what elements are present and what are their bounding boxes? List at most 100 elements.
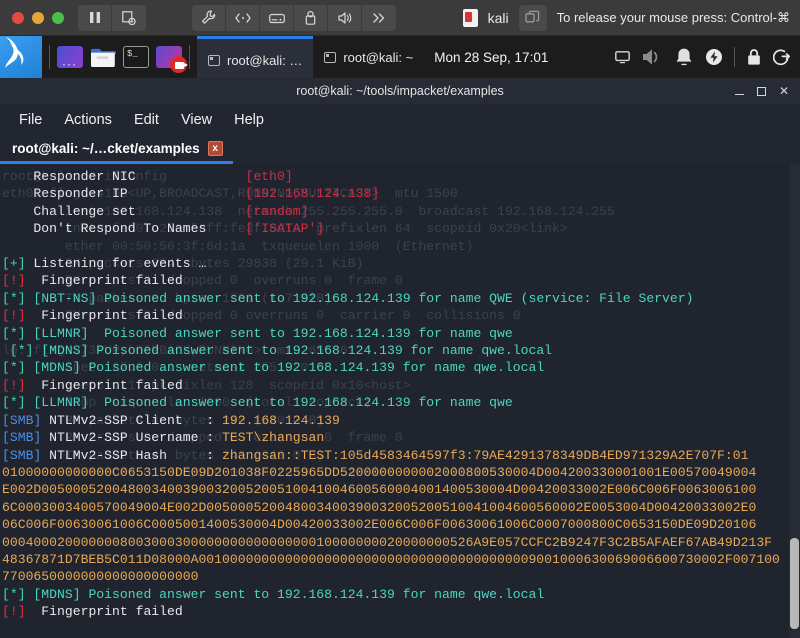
terminal-line: 48367871D7BEB5C011D08000A001000000000000…: [2, 551, 800, 568]
terminal-launcher[interactable]: $_: [123, 46, 149, 68]
terminal-text: NTLMv2-SSP Hash :: [41, 447, 223, 463]
taskbar-window-home[interactable]: root@kali: ~: [313, 36, 424, 78]
taskbar-window-impacket[interactable]: root@kali: …: [197, 36, 314, 78]
terminal-line: [!] Fingerprint failed: [2, 307, 800, 324]
display-icon[interactable]: [615, 50, 630, 64]
lock-screen-icon[interactable]: [746, 48, 762, 66]
terminal-line: 06C006F00630061006C0005001400530004D0042…: [2, 516, 800, 533]
terminal-text: [!]: [2, 377, 26, 393]
terminal-line: [*] [NBT-NS] Poisoned answer sent to 192…: [2, 290, 800, 307]
snapshot-icon[interactable]: [112, 4, 146, 31]
window-buttons: root@kali: … root@kali: ~: [197, 36, 424, 78]
tray-divider: [734, 47, 735, 67]
sound-icon[interactable]: [328, 4, 362, 31]
terminal-text: Fingerprint failed: [25, 377, 183, 393]
minimize-window-button[interactable]: [32, 11, 44, 24]
tab-close-icon[interactable]: x: [207, 141, 223, 156]
menu-file[interactable]: File: [10, 109, 51, 131]
terminal-text: Don't Respond To Names: [2, 221, 246, 237]
terminal-close-button[interactable]: ✕: [779, 85, 789, 97]
terminal-tabbar: root@kali: ~/…cket/examples x: [0, 136, 800, 164]
terminal-text: Listening for events …: [25, 256, 207, 272]
terminal-window: root@kali: ~/tools/impacket/examples ✕ F…: [0, 78, 800, 638]
power-manager-icon[interactable]: [705, 48, 723, 66]
clock[interactable]: Mon 28 Sep, 17:01: [434, 50, 548, 65]
logout-icon[interactable]: [773, 48, 791, 66]
harddisk-icon[interactable]: [260, 4, 294, 31]
menu-actions[interactable]: Actions: [55, 109, 121, 131]
vm-file-icon: [462, 8, 478, 27]
terminal-text: 6C0003003400570049004E002D00500052004800…: [2, 499, 757, 515]
taskbar-window-label: root@kali: ~: [343, 49, 414, 65]
terminal-minimize-button[interactable]: [734, 87, 744, 95]
terminal-line: [*] [MDNS] Poisoned answer sent to 192.1…: [2, 586, 800, 603]
panel-divider-2: [189, 45, 190, 69]
terminal-menubar: File Actions Edit View Help: [0, 104, 800, 136]
terminal-text: [random]: [245, 203, 309, 219]
terminal-text: 01000000000000C0653150DE09D201038F022596…: [2, 464, 757, 480]
notification-bell-icon[interactable]: [674, 47, 694, 68]
taskbar-window-label: root@kali: …: [227, 52, 303, 68]
scrollbar-thumb[interactable]: [790, 538, 799, 629]
terminal-maximize-button[interactable]: [756, 86, 766, 96]
terminal-line: [*] [MDNS] Poisoned answer sent to 192.1…: [2, 342, 800, 359]
zoom-window-button[interactable]: [52, 11, 64, 24]
terminal-line: [!] Fingerprint failed: [2, 272, 800, 289]
pause-icon[interactable]: [78, 4, 112, 31]
kali-dragon-logo[interactable]: [0, 36, 42, 78]
terminal-text: [NBT-NS] Poisoned answer sent to 192.168…: [25, 290, 694, 306]
terminal-line: E002D00500052004800340039003200520051004…: [2, 481, 800, 498]
vm-device-button-group: [192, 4, 396, 31]
terminal-tab-active[interactable]: root@kali: ~/…cket/examples x: [0, 136, 233, 164]
vm-host-toolbar: kali To release your mouse press: Contro…: [0, 0, 800, 36]
terminal-text: TEST\zhangsan: [222, 430, 325, 446]
vm-left-button-group: [78, 4, 146, 31]
menu-help[interactable]: Help: [225, 109, 273, 131]
menu-view[interactable]: View: [172, 109, 221, 131]
camera-icon: [175, 62, 188, 69]
more-chevrons-icon[interactable]: [362, 4, 396, 31]
terminal-line: [+] Listening for events …: [2, 255, 800, 272]
terminal-text: NTLMv2-SSP Username :: [41, 430, 223, 446]
terminal-text: 192.168.124.139: [222, 412, 340, 428]
terminal-line: [!] Fingerprint failed: [2, 377, 800, 394]
terminal-text: [*]: [2, 343, 34, 359]
unity-mode-icon[interactable]: [518, 4, 547, 31]
volume-icon[interactable]: [641, 47, 663, 67]
network-icon[interactable]: [226, 4, 260, 31]
terminal-text: [*]: [2, 290, 26, 306]
terminal-line: [SMB] NTLMv2-SSP Username : TEST\zhangsa…: [2, 429, 800, 446]
terminal-text: zhangsan::TEST:105d4583464597f3:79AE4291…: [222, 447, 749, 463]
system-tray: [615, 47, 800, 68]
terminal-text: [!]: [2, 604, 26, 620]
terminal-line: Responder IP [192.168.124.138]: [2, 185, 800, 202]
terminal-tab-label: root@kali: ~/…cket/examples: [12, 141, 200, 156]
panel-divider: [49, 45, 50, 69]
terminal-text: [!]: [2, 308, 26, 324]
terminal-line: Challenge set [random]: [2, 203, 800, 220]
terminal-line: 01000000000000C0653150DE09D201038F022596…: [2, 464, 800, 481]
terminal-text: [LLMNR] Poisoned answer sent to 192.168.…: [25, 395, 513, 411]
kali-taskbar: $_ root@kali: … root@kali: ~ Mon 28 Sep,…: [0, 36, 800, 78]
menu-edit[interactable]: Edit: [125, 109, 168, 131]
terminal-text: [SMB]: [2, 447, 42, 463]
terminal-text: Fingerprint failed: [25, 604, 183, 620]
page-title: root@kali: ~/tools/impacket/examples: [296, 84, 504, 98]
terminal-text: 7700650000000000000000000: [2, 569, 199, 585]
screen-recorder-launcher[interactable]: [156, 46, 188, 73]
terminal-titlebar[interactable]: root@kali: ~/tools/impacket/examples ✕: [0, 78, 800, 104]
terminal-text: Challenge set: [2, 203, 246, 219]
settings-wrench-icon[interactable]: [192, 4, 226, 31]
file-manager-launcher[interactable]: [90, 46, 116, 68]
terminal-line: [*] [LLMNR] Poisoned answer sent to 192.…: [2, 325, 800, 342]
show-desktop-launcher[interactable]: [57, 46, 83, 71]
terminal-output[interactable]: root@kali:~# ifconfig eth0: flags=4163<U…: [0, 164, 800, 638]
terminal-line: [SMB] NTLMv2-SSP Hash : zhangsan::TEST:1…: [2, 447, 800, 464]
close-window-button[interactable]: [12, 11, 24, 24]
usb-icon[interactable]: [294, 4, 328, 31]
terminal-line: 6C0003003400570049004E002D00500052004800…: [2, 499, 800, 516]
terminal-line: [*] [MDNS] Poisoned answer sent to 192.1…: [2, 359, 800, 376]
terminal-scrollbar[interactable]: [789, 164, 800, 638]
terminal-text: Responder IP: [2, 186, 246, 202]
